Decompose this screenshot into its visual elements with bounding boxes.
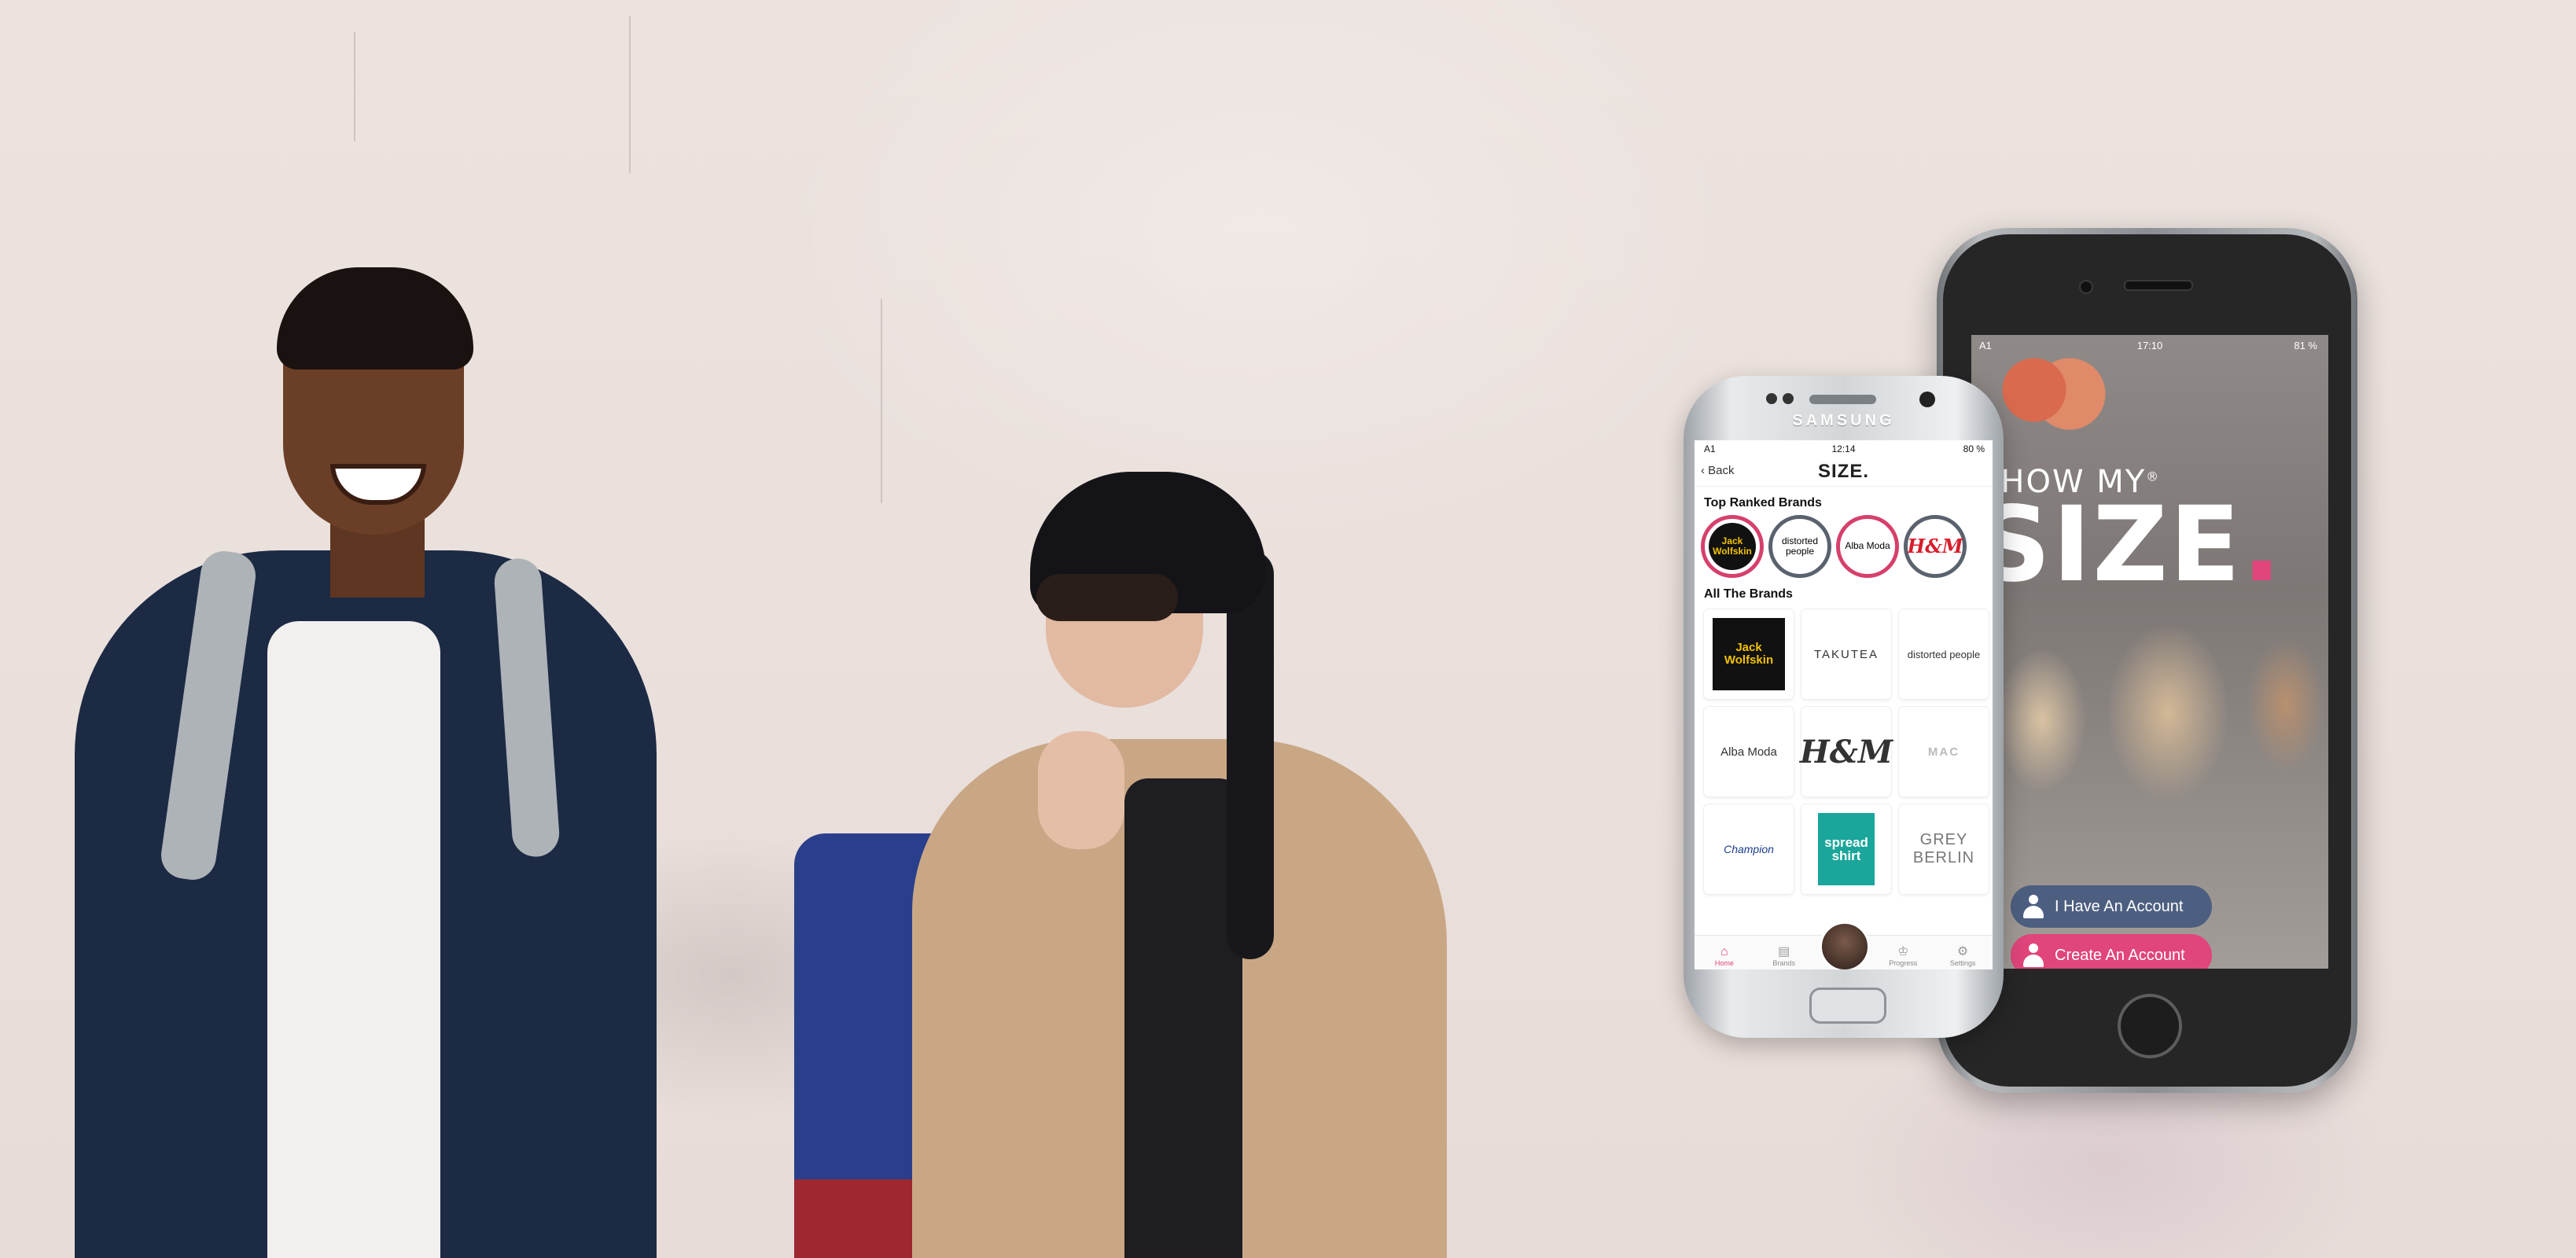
- brand-tile[interactable]: distorted people: [1899, 609, 1989, 699]
- app-header: ‹ Back SIZE.: [1695, 458, 1993, 487]
- home-button[interactable]: [1809, 988, 1886, 1024]
- tab-profile[interactable]: [1820, 921, 1871, 969]
- wall-crack: [629, 16, 631, 173]
- ranked-brand-alba-moda[interactable]: Alba Moda: [1836, 515, 1899, 578]
- samsung-screen: A1 12:14 80 % ‹ Back SIZE. Top Ranked Br…: [1695, 440, 1993, 969]
- app-logo: SIZE.: [1817, 461, 1869, 482]
- home-button[interactable]: [2118, 994, 2182, 1058]
- status-bar: A1 17:10 81 %: [1971, 335, 2328, 355]
- avatar: [1820, 921, 1871, 969]
- login-button[interactable]: I Have An Account: [2011, 885, 2212, 928]
- earpiece-speaker: [1809, 395, 1876, 404]
- status-time: 12:14: [1831, 443, 1856, 454]
- battery-label: 81 %: [2294, 340, 2317, 351]
- login-button-label: I Have An Account: [2055, 897, 2184, 915]
- all-brands-title: All The Brands: [1704, 587, 1793, 601]
- status-bar: A1 12:14 80 %: [1695, 440, 1993, 458]
- user-check-icon: [2023, 895, 2044, 918]
- ranked-brand-hm[interactable]: H&M: [1904, 515, 1967, 578]
- brand-tile[interactable]: MAC: [1899, 707, 1989, 796]
- trophy-icon: ♔: [1897, 945, 1909, 958]
- ranked-brand-jack-wolfskin[interactable]: Jack Wolfskin: [1701, 515, 1764, 578]
- top-ranked-list: Jack Wolfskin distorted people Alba Moda…: [1695, 515, 1993, 578]
- iphone-screen: A1 17:10 81 % SHOW MY® SIZE. I Have An A…: [1971, 335, 2328, 969]
- app-logo-size: SIZE.: [1976, 484, 2283, 605]
- brand-tile[interactable]: GREY BERLIN: [1899, 804, 1989, 894]
- brand-tile[interactable]: spread shirt: [1801, 804, 1891, 894]
- ranked-brand-distorted-people[interactable]: distorted people: [1768, 515, 1831, 578]
- tab-settings[interactable]: ⚙ Settings: [1939, 945, 1986, 967]
- brands-icon: ▤: [1778, 945, 1790, 958]
- front-camera: [2079, 280, 2093, 294]
- tab-bar: ⌂ Home ▤ Brands ♔ Progress ⚙ Settings: [1695, 921, 1993, 969]
- brand-tile[interactable]: Alba Moda: [1704, 707, 1794, 796]
- brand-tile[interactable]: H&M: [1800, 707, 1893, 796]
- brand-tile[interactable]: Jack Wolfskin: [1704, 609, 1794, 699]
- tab-home[interactable]: ⌂ Home: [1701, 945, 1748, 967]
- status-time: 17:10: [2136, 340, 2163, 351]
- device-brand-label: SAMSUNG: [1792, 412, 1895, 429]
- home-icon: ⌂: [1720, 945, 1728, 958]
- tab-brands[interactable]: ▤ Brands: [1761, 945, 1808, 967]
- brand-grid: Jack Wolfskin TAKUTEA distorted people A…: [1695, 606, 1993, 894]
- create-account-button[interactable]: Create An Account: [2011, 934, 2212, 969]
- tab-progress[interactable]: ♔ Progress: [1879, 945, 1926, 967]
- samsung-device: SAMSUNG A1 12:14 80 % ‹ Back SIZE. Top R…: [1684, 376, 2004, 1038]
- create-account-label: Create An Account: [2055, 946, 2185, 964]
- brand-tile[interactable]: Champion: [1704, 804, 1794, 894]
- front-camera: [1919, 392, 1935, 407]
- brand-tile[interactable]: TAKUTEA: [1801, 609, 1891, 699]
- battery-label: 80 %: [1963, 443, 1985, 454]
- user-add-icon: [2023, 944, 2044, 967]
- top-ranked-title: Top Ranked Brands: [1704, 496, 1822, 509]
- gear-icon: ⚙: [1956, 945, 1969, 958]
- earpiece-speaker: [2124, 280, 2193, 291]
- wall-crack: [881, 299, 882, 503]
- wall-crack: [354, 31, 355, 142]
